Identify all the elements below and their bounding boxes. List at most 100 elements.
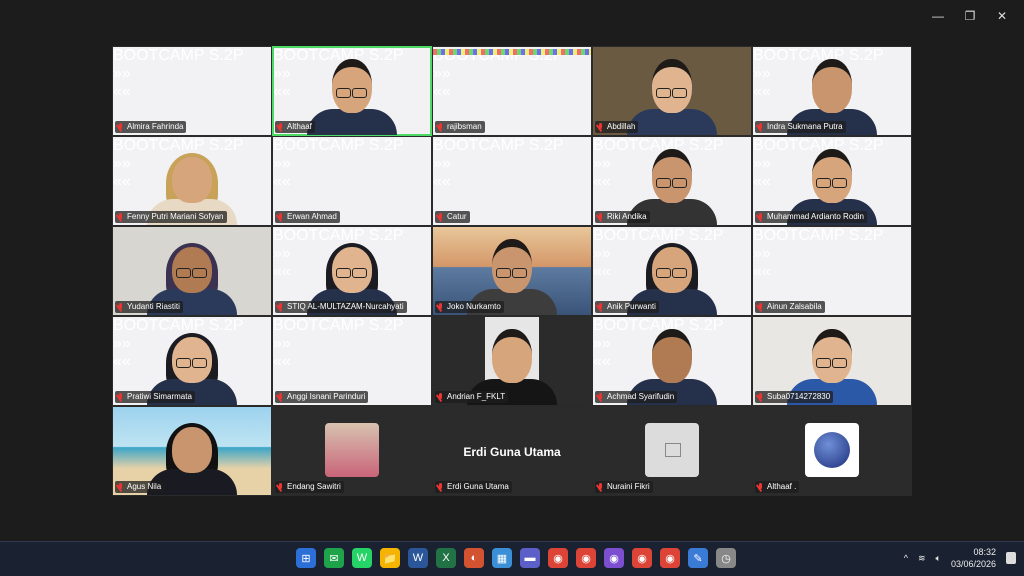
- participant-tile[interactable]: BOOTCAMP S.2P»» «« rajibsman: [432, 46, 592, 136]
- taskbar-app-icon[interactable]: ⊞: [296, 548, 316, 568]
- participant-name: Yudanti Riastiti: [127, 302, 180, 311]
- taskbar-app-icon[interactable]: ▦: [492, 548, 512, 568]
- wifi-icon[interactable]: ≋: [918, 553, 926, 564]
- restore-button[interactable]: ❐: [956, 6, 984, 26]
- participant-head: [652, 149, 692, 203]
- window-controls: — ❐ ✕: [924, 6, 1016, 26]
- notification-icon[interactable]: [1006, 552, 1016, 564]
- participant-tile[interactable]: BOOTCAMP S.2P»» «« Pratiwi Simarmata: [112, 316, 272, 406]
- participant-head: [326, 243, 378, 303]
- volume-icon[interactable]: 🔈︎: [936, 553, 941, 564]
- participant-name: Anggi Isnani Parinduri: [287, 392, 366, 401]
- slide-title: BOOTCAMP S.2P: [753, 227, 884, 244]
- participant-name-label: Muhammad Ardianto Rodin: [755, 211, 867, 223]
- participant-tile[interactable]: BOOTCAMP S.2P»» «« Erwan Ahmad: [272, 136, 432, 226]
- participant-tile[interactable]: Althaaf .: [752, 406, 912, 496]
- blueberry-icon: [814, 432, 850, 468]
- participant-head: [492, 329, 532, 383]
- participant-tile[interactable]: Agus Nila: [112, 406, 272, 496]
- taskbar-app-icon[interactable]: W: [408, 548, 428, 568]
- mic-muted-icon: [758, 483, 763, 491]
- participant-name: rajibsman: [447, 122, 482, 131]
- mic-muted-icon: [598, 303, 603, 311]
- mic-muted-icon: [598, 483, 603, 491]
- taskbar-app-icon[interactable]: ✎: [688, 548, 708, 568]
- participant-name-label: Althaaf .: [755, 481, 800, 493]
- taskbar-app-icon[interactable]: ◉: [632, 548, 652, 568]
- participant-head: [166, 243, 218, 303]
- participant-tile[interactable]: BOOTCAMP S.2P»» «« Althaaf: [272, 46, 432, 136]
- taskbar-app-icon[interactable]: 📁: [380, 548, 400, 568]
- slide-chevron-right: ««: [273, 173, 291, 190]
- glasses-icon: [336, 85, 368, 98]
- participant-name: Andrian F_FKLT: [447, 392, 506, 401]
- slide-chevron-left: »»: [433, 155, 451, 172]
- mic-muted-icon: [758, 123, 763, 131]
- minimize-button[interactable]: —: [924, 6, 952, 26]
- taskbar-app-icon[interactable]: ◉: [660, 548, 680, 568]
- participant-tile[interactable]: BOOTCAMP S.2P»» «« Fenny Putri Mariani Sof…: [112, 136, 272, 226]
- participant-name-label: Riki Andika: [595, 211, 650, 223]
- participant-tile[interactable]: Endang Sawitri: [272, 406, 432, 496]
- slide-chevron-right: ««: [113, 83, 131, 100]
- participant-tile[interactable]: Nuraini Fikri: [592, 406, 752, 496]
- participant-tile[interactable]: BOOTCAMP S.2P»» «« Anik Purwanti: [592, 226, 752, 316]
- participant-tile[interactable]: Abdillah: [592, 46, 752, 136]
- participant-name-label: Indra Sukmana Putra: [755, 121, 846, 133]
- taskbar-app-icon[interactable]: ✉: [324, 548, 344, 568]
- participant-name: Ainun Zalsabila: [767, 302, 822, 311]
- participant-tile[interactable]: Joko Nurkamto: [432, 226, 592, 316]
- mic-muted-icon: [278, 303, 283, 311]
- mic-muted-icon: [438, 303, 443, 311]
- participant-video: [627, 59, 717, 135]
- participant-tile[interactable]: BOOTCAMP S.2P»» «« Indra Sukmana Putra: [752, 46, 912, 136]
- taskbar-app-icon[interactable]: ◷: [716, 548, 736, 568]
- slide-chevron-left: »»: [273, 155, 291, 172]
- glasses-icon: [336, 265, 368, 278]
- participant-tile[interactable]: Andrian F_FKLT: [432, 316, 592, 406]
- taskbar-app-icon[interactable]: ◉: [548, 548, 568, 568]
- participant-name-label: Althaaf: [275, 121, 315, 133]
- participant-tile[interactable]: BOOTCAMP S.2P»» «« Anggi Isnani Parinduri: [272, 316, 432, 406]
- participant-tile[interactable]: Yudanti Riastiti: [112, 226, 272, 316]
- participant-tile[interactable]: BOOTCAMP S.2P»» «« Catur: [432, 136, 592, 226]
- taskbar-app-icon[interactable]: ▬: [520, 548, 540, 568]
- mic-muted-icon: [438, 483, 443, 491]
- participant-name-label: Andrian F_FKLT: [435, 391, 509, 403]
- participant-tile[interactable]: BOOTCAMP S.2P»» «« Ainun Zalsabila: [752, 226, 912, 316]
- clock[interactable]: 08:32 03/06/2026: [951, 546, 996, 570]
- participant-tile[interactable]: BOOTCAMP S.2P»» «« Achmad Syarifudin: [592, 316, 752, 406]
- participant-tile[interactable]: BOOTCAMP S.2P»» «« STIQ AL-MULTAZAM-Nurcah…: [272, 226, 432, 316]
- mic-muted-icon: [278, 123, 283, 131]
- participant-name-label: Abdillah: [595, 121, 639, 133]
- participant-name: Althaaf: [287, 122, 312, 131]
- participant-name-label: Pratiwi Simarmata: [115, 391, 195, 403]
- participant-name: Joko Nurkamto: [447, 302, 501, 311]
- slide-chevron-right: ««: [433, 173, 451, 190]
- participant-tile[interactable]: BOOTCAMP S.2P»» «« Riki Andika: [592, 136, 752, 226]
- participant-name-label: Agus Nila: [115, 481, 165, 493]
- glasses-icon: [176, 265, 208, 278]
- glasses-icon: [816, 175, 848, 188]
- taskbar-app-icon[interactable]: X: [436, 548, 456, 568]
- taskbar-app-icon[interactable]: W: [352, 548, 372, 568]
- participant-name-label: Catur: [435, 211, 470, 223]
- taskbar-app-icon[interactable]: ◉: [604, 548, 624, 568]
- close-button[interactable]: ✕: [988, 6, 1016, 26]
- clock-date: 03/06/2026: [950, 559, 996, 569]
- participant-video: [307, 59, 397, 135]
- participant-tile[interactable]: BOOTCAMP S.2P»» «« Almira Fahrinda: [112, 46, 272, 136]
- tray-chevron-icon[interactable]: ^: [904, 553, 908, 563]
- taskbar-app-icon[interactable]: ◉: [576, 548, 596, 568]
- taskbar-app-icon[interactable]: ◐: [464, 548, 484, 568]
- participant-tile[interactable]: BOOTCAMP S.2P»» «« Muhammad Ardianto Rodin: [752, 136, 912, 226]
- participant-name: Catur: [447, 212, 467, 221]
- participant-tile[interactable]: Suba0714272830: [752, 316, 912, 406]
- participant-name-label: Anggi Isnani Parinduri: [275, 391, 369, 403]
- slide-chevron-left: »»: [433, 65, 451, 82]
- participant-tile[interactable]: Erdi Guna Utama Erdi Guna Utama: [432, 406, 592, 496]
- participant-head: [652, 329, 692, 383]
- participant-name: Agus Nila: [127, 482, 162, 491]
- participant-name-label: rajibsman: [435, 121, 485, 133]
- mic-muted-icon: [438, 123, 443, 131]
